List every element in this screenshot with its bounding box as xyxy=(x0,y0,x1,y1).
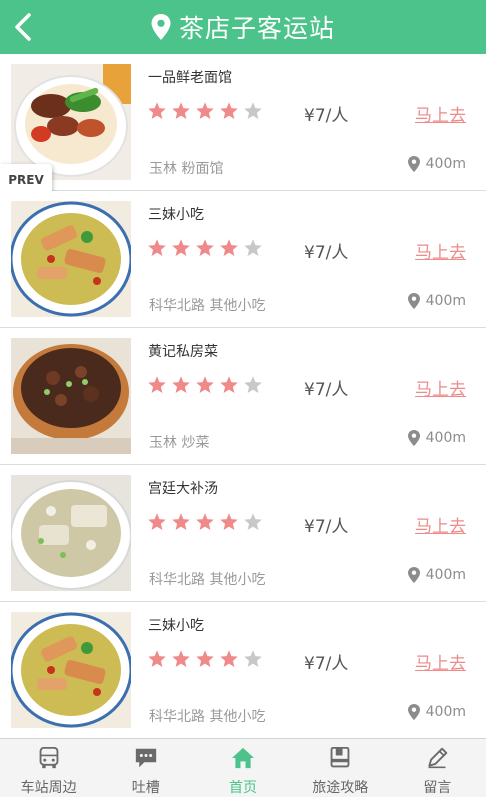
price-per-person: ¥7/人 xyxy=(304,380,349,400)
area-and-category: 科华北路 其他小吃 xyxy=(149,709,266,725)
food-photo xyxy=(11,612,131,728)
app-header: 茶店子客运站 xyxy=(0,0,486,54)
go-now-link[interactable]: 马上去 xyxy=(415,512,466,537)
location-pin-icon xyxy=(407,567,420,583)
star-filled-icon xyxy=(196,650,214,667)
area-and-category: 玉林 炒菜 xyxy=(149,435,210,451)
header-title-group: 茶店子客运站 xyxy=(0,0,486,54)
rating-stars xyxy=(147,238,263,258)
tab-complaints[interactable]: 吐槽 xyxy=(97,739,194,797)
tab-label: 留言 xyxy=(423,780,452,796)
star-filled-icon xyxy=(148,102,166,119)
star-filled-icon xyxy=(220,513,238,530)
tab-home[interactable]: 首页 xyxy=(194,739,291,797)
star-filled-icon xyxy=(172,376,190,393)
restaurant-row[interactable]: 三妹小吃 ¥7/人 马上去 科华北路 其他小吃 400m xyxy=(0,602,486,739)
distance: 400m xyxy=(407,704,466,720)
go-now-link[interactable]: 马上去 xyxy=(415,101,466,126)
star-filled-icon xyxy=(172,102,190,119)
food-photo xyxy=(11,64,131,180)
restaurant-row[interactable]: 黄记私房菜 ¥7/人 马上去 玉林 炒菜 400m xyxy=(0,328,486,465)
star-empty-icon xyxy=(244,513,262,530)
food-photo xyxy=(11,201,131,317)
star-filled-icon xyxy=(196,102,214,119)
tab-label: 旅途攻略 xyxy=(312,780,369,796)
rating-stars xyxy=(147,649,263,669)
star-filled-icon xyxy=(220,102,238,119)
star-empty-icon xyxy=(244,650,262,667)
restaurant-row[interactable]: 三妹小吃 ¥7/人 马上去 科华北路 其他小吃 400m xyxy=(0,191,486,328)
bottom-tab-bar: 车站周边 吐槽 首页 旅途攻略 留言 xyxy=(0,738,486,797)
price-per-person: ¥7/人 xyxy=(304,654,349,674)
location-pin-icon xyxy=(407,293,420,309)
page-title: 茶店子客运站 xyxy=(178,14,335,43)
tab-messages[interactable]: 留言 xyxy=(389,739,486,797)
pencil-icon xyxy=(428,747,448,769)
chat-bubble-icon xyxy=(135,748,156,768)
restaurant-name: 宫廷大补汤 xyxy=(148,481,218,497)
star-filled-icon xyxy=(148,513,166,530)
go-now-link[interactable]: 马上去 xyxy=(415,238,466,263)
area-and-category: 科华北路 其他小吃 xyxy=(149,572,266,588)
restaurant-row[interactable]: 一品鲜老面馆 ¥7/人 马上去 玉林 粉面馆 400m PREV xyxy=(0,54,486,196)
go-now-link[interactable]: 马上去 xyxy=(415,649,466,674)
star-filled-icon xyxy=(196,513,214,530)
price-per-person: ¥7/人 xyxy=(304,243,349,263)
star-filled-icon xyxy=(172,513,190,530)
restaurant-row[interactable]: 宫廷大补汤 ¥7/人 马上去 科华北路 其他小吃 400m xyxy=(0,465,486,602)
star-empty-icon xyxy=(244,376,262,393)
distance: 400m xyxy=(407,156,466,172)
book-icon xyxy=(330,747,350,768)
restaurant-name: 三妹小吃 xyxy=(148,618,204,634)
location-pin-icon xyxy=(407,156,420,172)
rating-stars xyxy=(147,512,263,532)
restaurant-list: 一品鲜老面馆 ¥7/人 马上去 玉林 粉面馆 400m PREV 三妹小吃 ¥7… xyxy=(0,54,486,739)
location-pin-icon xyxy=(407,704,420,720)
price-per-person: ¥7/人 xyxy=(304,106,349,126)
distance-value: 400m xyxy=(425,156,466,172)
rating-stars xyxy=(147,375,263,395)
distance-value: 400m xyxy=(425,704,466,720)
restaurant-name: 三妹小吃 xyxy=(148,207,204,223)
tab-label: 首页 xyxy=(229,780,257,796)
restaurant-name: 黄记私房菜 xyxy=(148,344,218,360)
star-empty-icon xyxy=(244,102,262,119)
star-filled-icon xyxy=(148,376,166,393)
star-filled-icon xyxy=(172,239,190,256)
tab-label: 车站周边 xyxy=(20,780,77,796)
star-filled-icon xyxy=(220,376,238,393)
star-filled-icon xyxy=(172,650,190,667)
rating-stars xyxy=(147,101,263,121)
star-filled-icon xyxy=(148,650,166,667)
tab-station-nearby[interactable]: 车站周边 xyxy=(0,739,97,797)
home-icon xyxy=(232,747,254,769)
star-filled-icon xyxy=(220,650,238,667)
distance-value: 400m xyxy=(425,293,466,309)
tab-travel-guide[interactable]: 旅途攻略 xyxy=(292,739,389,797)
distance-value: 400m xyxy=(425,567,466,583)
area-and-category: 科华北路 其他小吃 xyxy=(149,298,266,314)
food-photo xyxy=(11,475,131,591)
tab-label: 吐槽 xyxy=(131,780,160,796)
bus-icon xyxy=(39,747,58,769)
star-filled-icon xyxy=(196,239,214,256)
distance: 400m xyxy=(407,293,466,309)
distance: 400m xyxy=(407,567,466,583)
restaurant-name: 一品鲜老面馆 xyxy=(148,70,232,86)
area-and-category: 玉林 粉面馆 xyxy=(149,161,224,177)
food-photo xyxy=(11,338,131,454)
star-filled-icon xyxy=(220,239,238,256)
price-per-person: ¥7/人 xyxy=(304,517,349,537)
location-pin-icon xyxy=(407,430,420,446)
map-pin-icon xyxy=(151,14,171,40)
star-filled-icon xyxy=(148,239,166,256)
star-empty-icon xyxy=(244,239,262,256)
distance: 400m xyxy=(407,430,466,446)
distance-value: 400m xyxy=(425,430,466,446)
star-filled-icon xyxy=(196,376,214,393)
go-now-link[interactable]: 马上去 xyxy=(415,375,466,400)
